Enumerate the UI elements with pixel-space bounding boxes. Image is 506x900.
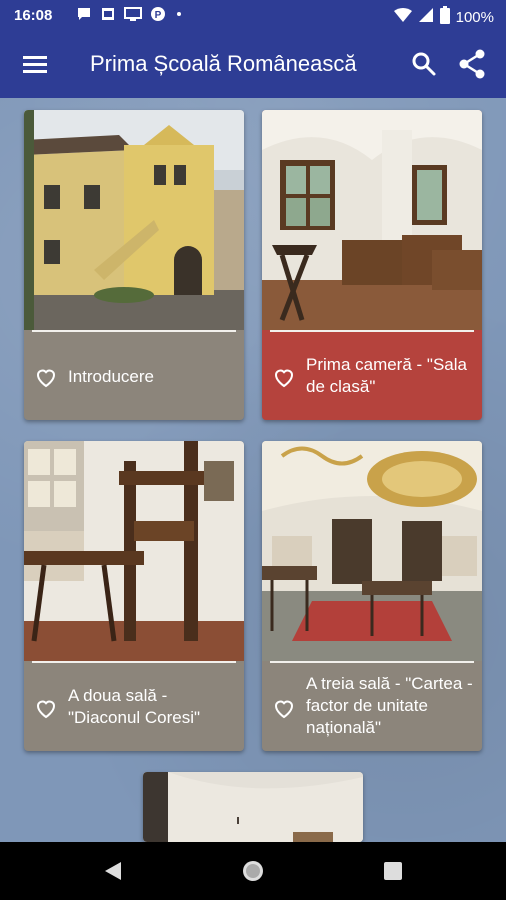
card-footer: Introducere	[24, 332, 244, 420]
battery-percent: 100%	[455, 8, 494, 26]
card-photo-school-exterior	[24, 110, 244, 330]
status-time: 16:08	[14, 7, 53, 24]
card-introducere[interactable]: Introducere	[24, 110, 244, 420]
status-bar: 16:08 P 100%	[0, 0, 506, 32]
card-photo-exhibition-hall	[262, 441, 482, 661]
dot-icon	[174, 6, 184, 25]
share-icon[interactable]	[456, 48, 488, 80]
card-partial[interactable]	[143, 772, 363, 842]
card-label: Introducere	[68, 367, 154, 386]
card-photo-printing-press	[24, 441, 244, 661]
wifi-icon	[393, 7, 412, 27]
heart-icon[interactable]	[272, 365, 296, 389]
heart-icon[interactable]	[272, 696, 296, 720]
back-triangle-icon[interactable]	[101, 859, 125, 883]
search-icon[interactable]	[410, 50, 438, 78]
page-title: Prima Școală Românească	[90, 51, 357, 76]
screen-icon	[124, 6, 142, 25]
system-nav-bar	[0, 842, 506, 900]
heart-icon[interactable]	[34, 696, 58, 720]
card-label: A doua sală - "Diaconul Coresi"	[68, 686, 201, 727]
svg-text:P: P	[155, 10, 162, 21]
card-a-doua-sala[interactable]: A doua sală - "Diaconul Coresi"	[24, 441, 244, 751]
app-bar: Prima Școală Românească	[0, 32, 506, 98]
card-footer: Prima cameră - "Sala de clasă"	[262, 332, 482, 420]
home-circle-icon[interactable]	[241, 859, 265, 883]
photo-icon	[100, 6, 116, 25]
status-right: 100%	[393, 6, 494, 28]
card-label: A treia sală - "Cartea - factor de unita…	[306, 674, 473, 737]
card-footer: A treia sală - "Cartea - factor de unita…	[262, 663, 482, 751]
battery-icon	[439, 6, 450, 28]
notification-icons: P	[76, 6, 184, 25]
messaging-icon	[76, 6, 92, 25]
recents-square-icon[interactable]	[381, 859, 405, 883]
p-icon: P	[150, 6, 166, 25]
signal-icon	[418, 7, 434, 27]
card-photo-classroom	[262, 110, 482, 330]
card-footer: A doua sală - "Diaconul Coresi"	[24, 663, 244, 751]
heart-icon[interactable]	[34, 365, 58, 389]
card-prima-camera[interactable]: Prima cameră - "Sala de clasă"	[262, 110, 482, 420]
card-a-treia-sala[interactable]: A treia sală - "Cartea - factor de unita…	[262, 441, 482, 751]
card-label: Prima cameră - "Sala de clasă"	[306, 355, 467, 396]
card-photo-ceiling	[143, 772, 363, 842]
hamburger-menu-icon[interactable]	[22, 52, 48, 78]
